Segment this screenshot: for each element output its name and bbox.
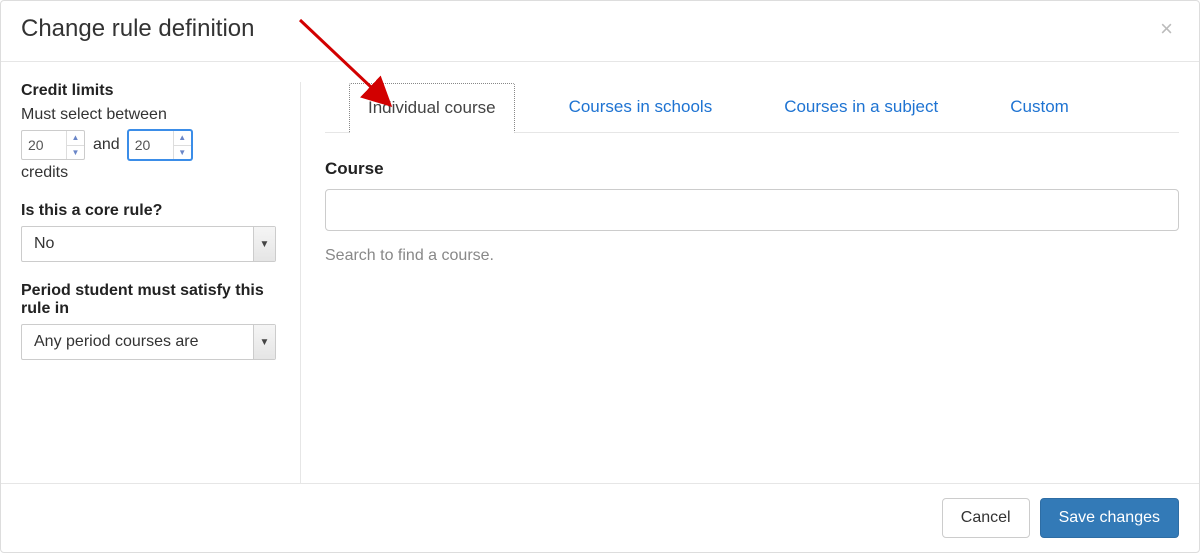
chevron-up-icon[interactable]: ▲	[67, 131, 84, 146]
core-rule-group: Is this a core rule? No ▼	[21, 202, 280, 262]
tab-courses-in-subject[interactable]: Courses in a subject	[766, 83, 956, 133]
tabs: Individual course Courses in schools Cou…	[325, 82, 1179, 133]
core-rule-label: Is this a core rule?	[21, 202, 280, 220]
core-rule-select[interactable]: No	[21, 226, 276, 262]
chevron-down-icon[interactable]: ▼	[253, 325, 275, 359]
chevron-down-icon[interactable]: ▼	[174, 146, 191, 160]
cancel-button[interactable]: Cancel	[942, 498, 1030, 538]
dialog: Change rule definition × Credit limits M…	[0, 0, 1200, 553]
stepper-arrows: ▲ ▼	[173, 131, 191, 159]
and-text: and	[93, 136, 120, 154]
credit-limits-group: Credit limits Must select between ▲ ▼ an…	[21, 82, 280, 182]
chevron-down-icon[interactable]: ▼	[67, 146, 84, 160]
tab-individual-course[interactable]: Individual course	[349, 83, 515, 133]
core-rule-select-wrap[interactable]: No ▼	[21, 226, 276, 262]
credits-suffix: credits	[21, 164, 280, 182]
credit-limits-label: Credit limits	[21, 82, 280, 100]
dialog-body: Credit limits Must select between ▲ ▼ an…	[1, 62, 1199, 483]
min-credits-input[interactable]	[22, 131, 66, 159]
tab-custom[interactable]: Custom	[992, 83, 1087, 133]
max-credits-input[interactable]	[129, 131, 173, 159]
max-credits-stepper[interactable]: ▲ ▼	[128, 130, 192, 160]
chevron-up-icon[interactable]: ▲	[174, 131, 191, 146]
course-search-input[interactable]	[325, 189, 1179, 231]
dialog-header: Change rule definition ×	[1, 1, 1199, 62]
period-label: Period student must satisfy this rule in	[21, 282, 280, 318]
must-select-label: Must select between	[21, 106, 280, 124]
stepper-arrows: ▲ ▼	[66, 131, 84, 159]
sidebar: Credit limits Must select between ▲ ▼ an…	[21, 82, 301, 483]
credits-row: ▲ ▼ and ▲ ▼	[21, 130, 280, 160]
course-label: Course	[325, 159, 1179, 179]
period-group: Period student must satisfy this rule in…	[21, 282, 280, 360]
period-select[interactable]: Any period courses are	[21, 324, 276, 360]
min-credits-stepper[interactable]: ▲ ▼	[21, 130, 85, 160]
main-panel: Individual course Courses in schools Cou…	[301, 82, 1179, 483]
save-changes-button[interactable]: Save changes	[1040, 498, 1179, 538]
tab-courses-in-schools[interactable]: Courses in schools	[551, 83, 731, 133]
close-icon[interactable]: ×	[1154, 18, 1179, 40]
dialog-title: Change rule definition	[21, 15, 255, 43]
period-select-wrap[interactable]: Any period courses are ▼	[21, 324, 276, 360]
course-hint: Search to find a course.	[325, 247, 1179, 265]
dialog-footer: Cancel Save changes	[1, 483, 1199, 552]
chevron-down-icon[interactable]: ▼	[253, 227, 275, 261]
